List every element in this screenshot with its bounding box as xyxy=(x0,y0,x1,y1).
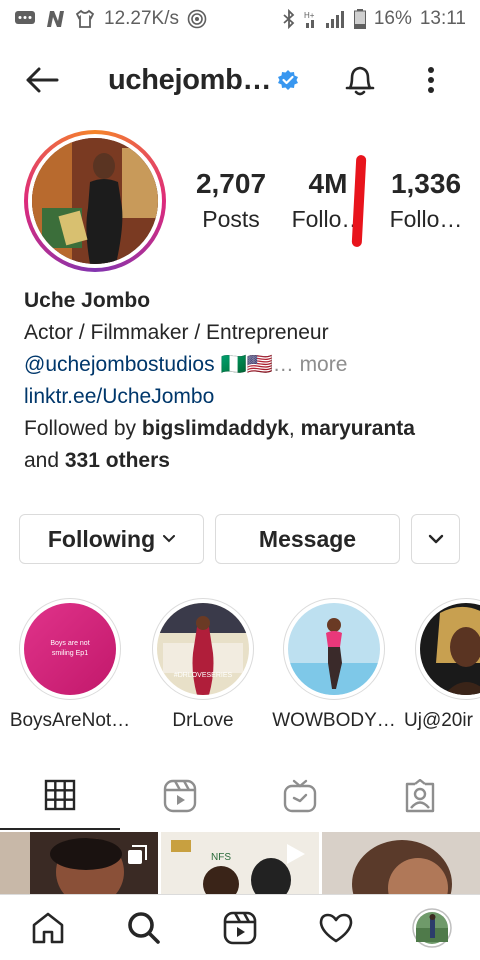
signal-icon: H+ xyxy=(304,11,344,28)
reels-icon xyxy=(223,911,257,944)
more-link[interactable]: … more xyxy=(273,353,348,376)
highlight-cover xyxy=(420,603,480,695)
nav-profile[interactable] xyxy=(402,898,462,958)
posts-label: Posts xyxy=(202,206,260,232)
post-thumbnail[interactable]: NFS xyxy=(161,832,319,894)
tab-igtv[interactable] xyxy=(240,762,360,830)
nav-home[interactable] xyxy=(18,898,78,958)
battery-icon xyxy=(353,9,366,29)
avatar-photo xyxy=(32,138,158,264)
bell-icon xyxy=(345,66,375,96)
highlight-cover: #DRLOVESERIES xyxy=(157,603,249,695)
chevron-down-icon xyxy=(163,535,176,543)
following-label: Follo… xyxy=(389,206,463,232)
post-grid: NFS xyxy=(0,832,480,894)
notifications-button[interactable] xyxy=(340,60,380,100)
post-thumbnail[interactable] xyxy=(322,832,480,894)
following-count: 1,336 xyxy=(390,168,462,199)
followed-sep: , xyxy=(288,417,301,440)
nav-search[interactable] xyxy=(114,898,174,958)
carousel-icon xyxy=(128,845,147,864)
following-stat[interactable]: 1,336 Follo… xyxy=(381,168,471,233)
highlight-label: DrLove xyxy=(172,710,234,731)
tab-posts-grid[interactable] xyxy=(0,762,120,830)
back-button[interactable] xyxy=(22,62,62,98)
highlight-label: Uj@20ir xyxy=(404,710,473,731)
svg-text:NFS: NFS xyxy=(211,852,231,863)
profile-actions: Following Message xyxy=(19,514,460,564)
suggested-accounts-button[interactable] xyxy=(411,514,460,564)
reels-icon xyxy=(163,779,197,813)
highlight-label: BoysAreNot… xyxy=(9,710,131,731)
message-button-label: Message xyxy=(258,525,357,552)
network-speed: 12.27K/s xyxy=(104,8,179,29)
followed-by-line[interactable]: Followed by bigslimdaddyk, maryuranta xyxy=(24,413,474,445)
clock: 13:11 xyxy=(419,8,466,29)
username: uchejomb… xyxy=(108,63,272,96)
tab-tagged[interactable] xyxy=(360,762,480,830)
chevron-down-icon xyxy=(428,534,443,544)
followed-by-others-line[interactable]: and 331 others xyxy=(24,445,474,477)
story-highlights: Boys are not smiling Ep1 BoysAreNot… #DR… xyxy=(0,598,480,738)
highlight-label: WOWBODY… xyxy=(272,710,396,731)
profile-avatar-icon xyxy=(412,907,452,948)
profile-header: uchejomb… xyxy=(0,50,480,110)
shirt-icon xyxy=(75,9,95,28)
tab-reels[interactable] xyxy=(120,762,240,830)
bluetooth-icon xyxy=(283,9,295,29)
nav-activity[interactable] xyxy=(306,898,366,958)
more-options-button[interactable] xyxy=(416,60,446,100)
profile-bio: Uche Jombo Actor / Filmmaker / Entrepren… xyxy=(24,285,474,477)
mention-link[interactable]: @uchejombostudios xyxy=(24,353,215,376)
posts-count: 2,707 xyxy=(195,168,267,199)
followed-and: and xyxy=(24,449,65,472)
posts-stat[interactable]: 2,707 Posts xyxy=(185,168,277,233)
following-button[interactable]: Following xyxy=(19,514,204,564)
highlight-cover-text: Boys are not smiling Ep1 xyxy=(50,640,90,657)
igtv-icon xyxy=(283,779,317,813)
highlight-cover: Boys are not smiling Ep1 xyxy=(24,603,116,695)
tagged-icon xyxy=(405,779,435,813)
n-app-icon xyxy=(47,11,64,27)
message-button[interactable]: Message xyxy=(215,514,400,564)
followed-user-1: bigslimdaddyk xyxy=(141,417,289,440)
highlight-item[interactable]: Boys are not smiling Ep1 BoysAreNot… xyxy=(8,598,132,732)
external-link[interactable]: linktr.ee/UcheJombo xyxy=(24,381,474,413)
followed-user-2: maryuranta xyxy=(300,417,415,440)
username-title: uchejomb… xyxy=(108,62,299,98)
profile-avatar[interactable] xyxy=(24,130,166,272)
svg-text:H+: H+ xyxy=(304,11,315,20)
profile-stats: 2,707 Posts 4M Follo… 1,336 Follo… xyxy=(185,168,475,233)
followed-others: 331 others xyxy=(64,449,170,472)
search-icon xyxy=(128,911,160,944)
following-button-label: Following xyxy=(47,525,156,552)
hotspot-icon xyxy=(187,9,207,29)
highlight-cover-text: #DRLOVESERIES xyxy=(174,672,233,679)
display-name: Uche Jombo xyxy=(24,289,151,312)
message-icon xyxy=(15,11,35,24)
more-vertical-icon xyxy=(428,67,434,93)
flag-emojis: 🇳🇬🇺🇸 xyxy=(220,353,273,376)
battery-level: 16% xyxy=(373,8,412,29)
highlight-item[interactable]: Uj@20ir xyxy=(404,598,480,732)
bottom-navigation xyxy=(0,894,480,960)
home-icon xyxy=(32,912,64,943)
nav-reels[interactable] xyxy=(210,898,270,958)
highlight-item[interactable]: WOWBODY… xyxy=(272,598,396,732)
post-thumbnail[interactable] xyxy=(0,832,158,894)
back-arrow-icon xyxy=(26,67,59,93)
bio-text: Actor / Filmmaker / Entrepreneur xyxy=(24,321,329,344)
highlight-item[interactable]: #DRLOVESERIES DrLove xyxy=(141,598,265,732)
bio-mention-line: @uchejombostudios 🇳🇬🇺🇸… more xyxy=(24,349,474,381)
followed-by-prefix: Followed by xyxy=(24,417,142,440)
video-play-icon xyxy=(287,844,305,864)
highlight-cover xyxy=(288,603,380,695)
profile-tabs xyxy=(0,762,480,830)
verified-badge-icon xyxy=(278,70,299,90)
heart-icon xyxy=(319,913,353,942)
status-bar: 12.27K/s H+ 16% 13:11 xyxy=(0,0,480,38)
grid-icon xyxy=(44,779,76,811)
